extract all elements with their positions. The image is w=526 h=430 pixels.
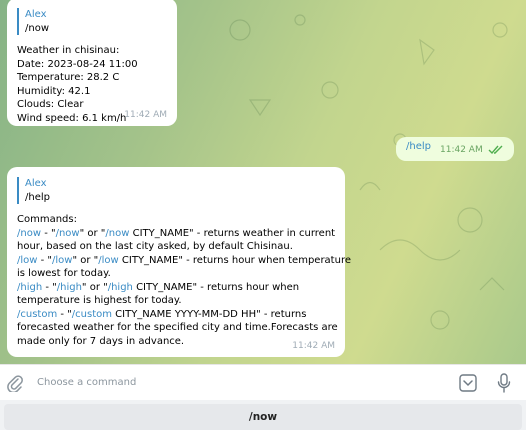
command-link[interactable]: /now [56,228,80,239]
command-input[interactable]: Choose a command [37,377,136,388]
keyboard-button-now[interactable]: /now [4,404,522,430]
command-link[interactable]: /low [17,255,37,266]
message-input-bar: Choose a command [0,364,526,400]
message-time: 11:42 AM [292,340,335,351]
message-time: 11:42 AM [440,145,483,155]
command-line: /high - "/high" or "/high CITY_NAME" - r… [17,281,335,295]
command-line: temperature is highest for today. [17,295,182,306]
command-link[interactable]: /low [52,255,72,266]
message-line: Humidity: 42.1 [17,85,91,97]
text: - " [41,227,56,239]
commands-heading: Commands: [17,214,77,225]
reply-author: Alex [25,9,47,20]
text: - " [57,308,72,320]
message-now-reply: Alex /now Weather in chisinau: Date: 202… [7,0,177,126]
text: " or " [79,227,106,239]
chat-area: Alex /now Weather in chisinau: Date: 202… [0,0,526,364]
command-line: /low - "/low" or "/low CITY_NAME" - retu… [17,254,351,268]
command-line: is lowest for today. [17,268,111,279]
keyboard-toggle-icon[interactable] [459,374,477,392]
command-line: made only for 7 days in advance. [17,335,185,347]
command-link[interactable]: /now [17,228,41,239]
reply-author: Alex [25,178,47,189]
command-link[interactable]: /high [108,282,133,293]
command-link[interactable]: /high [17,282,42,293]
text: - " [37,254,53,266]
text: CITY_NAME" - returns hour when temperatu… [118,254,351,266]
command-link[interactable]: /now [105,228,129,239]
command-line: hour, based on the last city asked, by d… [17,241,293,252]
message-outgoing-help: /help 11:42 AM [396,137,514,161]
text: " or " [72,254,99,266]
message-command-link[interactable]: /help [406,141,431,152]
command-line: /custom - "/custom CITY_NAME YYYY-MM-DD … [17,308,335,322]
text: CITY_NAME YYYY-MM-DD HH" - returns [111,308,307,320]
message-help-reply: Alex /help Commands: /now - "/now" or "/… [7,167,351,357]
message-time: 11:42 AM [124,109,167,120]
command-line: forecasted weather for the specified cit… [17,322,338,333]
command-link[interactable]: /low [98,255,118,266]
reply-quote[interactable]: Alex /help [17,177,335,204]
attach-icon[interactable] [7,374,23,392]
text: CITY_NAME" - returns weather in current [129,227,336,239]
reply-text: /now [25,22,50,34]
bot-keyboard: /now [0,400,526,430]
reply-quote[interactable]: Alex /now [17,8,167,35]
read-checkmark-icon [488,145,503,155]
message-line: Date: 2023-08-24 11:00 [17,58,138,70]
command-line: /now - "/now" or "/now CITY_NAME" - retu… [17,227,335,241]
message-line: Temperature: 28.2 C [17,72,120,83]
command-link[interactable]: /custom [17,309,57,320]
command-link[interactable]: /custom [72,309,112,320]
text: - " [42,281,57,293]
command-link[interactable]: /high [57,282,82,293]
text: CITY_NAME" - returns hour when [132,281,300,293]
microphone-icon[interactable] [497,373,511,393]
reply-text: /help [25,191,50,203]
text: " or " [81,281,108,293]
message-line: Weather in chisinau: [17,45,120,56]
